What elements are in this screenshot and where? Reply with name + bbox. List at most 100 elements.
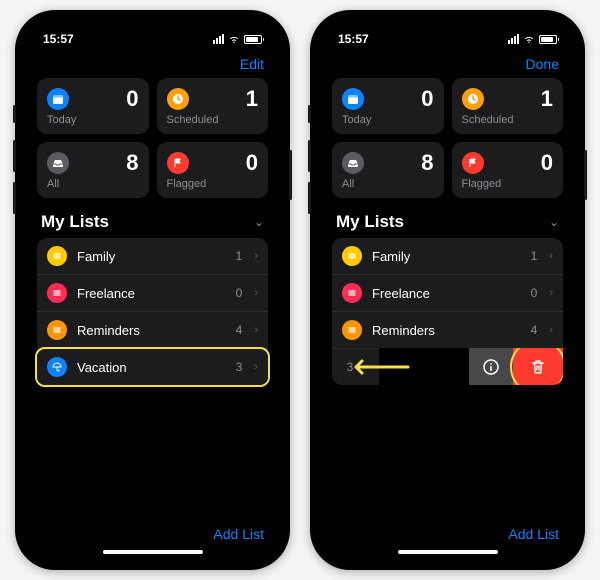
battery-icon <box>539 35 557 44</box>
list-row-reminders[interactable]: Reminders 4 › <box>37 311 268 348</box>
card-scheduled[interactable]: 1 Scheduled <box>157 78 269 134</box>
card-label: Flagged <box>462 178 554 190</box>
card-today[interactable]: 0 Today <box>332 78 444 134</box>
list-icon <box>47 320 67 340</box>
card-all[interactable]: 8 All <box>37 142 149 198</box>
list-row-freelance[interactable]: Freelance 0 › <box>332 274 563 311</box>
list-label: Freelance <box>372 286 521 301</box>
card-count: 8 <box>126 150 138 176</box>
mute-switch[interactable] <box>13 105 16 123</box>
list-count: 0 <box>531 286 538 300</box>
chevron-right-icon: › <box>549 287 553 299</box>
list-count: 4 <box>531 323 538 337</box>
list-icon <box>47 283 67 303</box>
list-label: Family <box>372 249 521 264</box>
list-row-vacation[interactable]: Vacation 3 › <box>37 348 268 385</box>
home-indicator[interactable] <box>398 550 498 554</box>
chevron-right-icon: › <box>549 324 553 336</box>
home-indicator[interactable] <box>103 550 203 554</box>
power-button[interactable] <box>289 150 292 200</box>
phone-left: 15:57 Edit 0 Today <box>15 10 290 570</box>
card-flagged[interactable]: 0 Flagged <box>452 142 564 198</box>
power-button[interactable] <box>584 150 587 200</box>
status-time: 15:57 <box>338 32 369 46</box>
trash-icon <box>529 358 547 376</box>
list-row-family[interactable]: Family 1 › <box>332 238 563 274</box>
inbox-icon <box>342 152 364 174</box>
card-flagged[interactable]: 0 Flagged <box>157 142 269 198</box>
done-button[interactable]: Done <box>526 56 559 72</box>
card-all[interactable]: 8 All <box>332 142 444 198</box>
list-row-family[interactable]: Family 1 › <box>37 238 268 274</box>
list-label: Family <box>77 249 226 264</box>
list-label: Freelance <box>77 286 226 301</box>
list-count: 1 <box>531 249 538 263</box>
add-list-button[interactable]: Add List <box>508 526 559 542</box>
volume-up[interactable] <box>308 140 311 172</box>
wifi-icon <box>228 35 240 44</box>
card-label: All <box>342 178 434 190</box>
list-count: 3 <box>347 360 354 374</box>
chevron-right-icon: › <box>254 250 258 262</box>
list-icon <box>342 246 362 266</box>
signal-icon <box>508 34 519 44</box>
list-icon <box>342 320 362 340</box>
flag-icon <box>462 152 484 174</box>
edit-button[interactable]: Edit <box>240 56 264 72</box>
chevron-right-icon: › <box>254 324 258 336</box>
section-header[interactable]: My Lists ⌄ <box>25 208 280 238</box>
card-count: 1 <box>246 86 258 112</box>
notch <box>93 20 213 42</box>
section-title: My Lists <box>336 212 404 232</box>
card-count: 0 <box>126 86 138 112</box>
signal-icon <box>213 34 224 44</box>
volume-up[interactable] <box>13 140 16 172</box>
chevron-down-icon: ⌄ <box>254 215 264 229</box>
volume-down[interactable] <box>13 182 16 214</box>
card-label: Today <box>342 114 434 126</box>
card-count: 0 <box>421 86 433 112</box>
list-label: Reminders <box>77 323 226 338</box>
list-count: 4 <box>236 323 243 337</box>
battery-icon <box>244 35 262 44</box>
mute-switch[interactable] <box>308 105 311 123</box>
card-count: 1 <box>541 86 553 112</box>
card-scheduled[interactable]: 1 Scheduled <box>452 78 564 134</box>
list-row-freelance[interactable]: Freelance 0 › <box>37 274 268 311</box>
calendar-icon <box>342 88 364 110</box>
info-button[interactable] <box>469 348 513 385</box>
add-list-button[interactable]: Add List <box>213 526 264 542</box>
clock-icon <box>167 88 189 110</box>
delete-button[interactable] <box>513 348 563 385</box>
notch <box>388 20 508 42</box>
volume-down[interactable] <box>308 182 311 214</box>
list-icon <box>342 283 362 303</box>
chevron-right-icon: › <box>549 250 553 262</box>
calendar-icon <box>47 88 69 110</box>
wifi-icon <box>523 35 535 44</box>
list-count: 3 <box>236 360 243 374</box>
card-count: 0 <box>246 150 258 176</box>
card-label: Scheduled <box>167 114 259 126</box>
phone-right: 15:57 Done 0 Today <box>310 10 585 570</box>
section-header[interactable]: My Lists ⌄ <box>320 208 575 238</box>
status-time: 15:57 <box>43 32 74 46</box>
list-row-reminders[interactable]: Reminders 4 › <box>332 311 563 348</box>
list-count: 1 <box>236 249 243 263</box>
card-label: Today <box>47 114 139 126</box>
info-icon <box>482 358 500 376</box>
list-row-vacation-swiped[interactable]: Vacation 3 › <box>332 348 563 385</box>
chevron-right-icon: › <box>254 287 258 299</box>
section-title: My Lists <box>41 212 109 232</box>
list-label: Vacation <box>332 360 337 375</box>
inbox-icon <box>47 152 69 174</box>
card-label: Flagged <box>167 178 259 190</box>
chevron-right-icon: › <box>254 361 258 373</box>
card-count: 8 <box>421 150 433 176</box>
card-today[interactable]: 0 Today <box>37 78 149 134</box>
list-label: Reminders <box>372 323 521 338</box>
card-count: 0 <box>541 150 553 176</box>
card-label: All <box>47 178 139 190</box>
list-label: Vacation <box>77 360 226 375</box>
chevron-right-icon: › <box>365 361 369 373</box>
